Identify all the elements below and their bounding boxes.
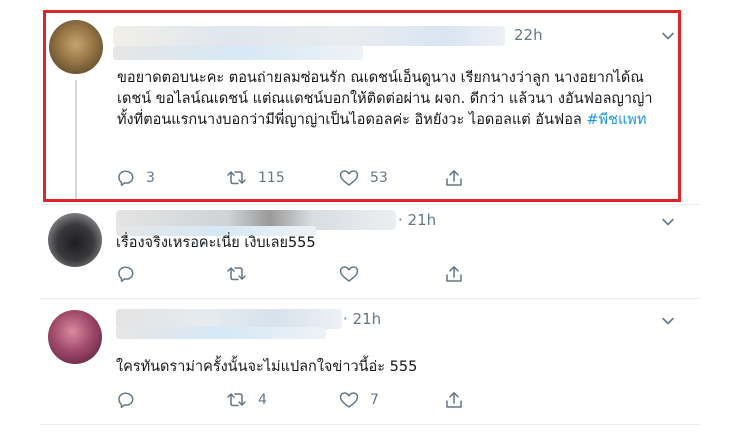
chevron-down-icon[interactable] — [658, 311, 678, 331]
highlight-frame — [43, 10, 681, 202]
display-name-redacted[interactable] — [116, 309, 342, 329]
heart-icon — [339, 266, 359, 282]
like-button[interactable]: 7 — [338, 390, 444, 410]
tweet-time[interactable]: · 21h — [343, 310, 381, 328]
reply-icon — [118, 266, 134, 283]
divider — [40, 204, 700, 205]
heart-icon — [339, 392, 359, 408]
reply-icon — [118, 392, 134, 409]
retweet-count: 4 — [258, 392, 267, 408]
avatar[interactable] — [48, 213, 102, 267]
avatar[interactable] — [48, 310, 102, 364]
divider — [40, 424, 700, 425]
like-count: 7 — [370, 392, 379, 408]
tweet-text: เรื่องจริงเหรอคะเนี่ย เงิบเลย555 — [116, 235, 316, 251]
share-button[interactable] — [444, 264, 464, 284]
divider — [40, 298, 700, 299]
share-icon — [446, 266, 462, 282]
reply-button[interactable] — [116, 390, 226, 410]
retweet-icon — [227, 267, 246, 281]
tweet-actions — [116, 264, 464, 284]
chevron-down-icon[interactable] — [658, 212, 678, 232]
retweet-button[interactable] — [226, 264, 338, 284]
retweet-icon — [227, 393, 246, 407]
reply-button[interactable] — [116, 264, 226, 284]
tweet-text: ใครทันดราม่าครั้งนั้นจะไม่แปลกใจข่าวนี้อ… — [116, 359, 418, 375]
username-redacted[interactable] — [116, 327, 326, 339]
tweet-time[interactable]: · 21h — [398, 211, 436, 229]
like-button[interactable] — [338, 264, 444, 284]
retweet-button[interactable]: 4 — [226, 390, 338, 410]
tweet-actions: 4 7 — [116, 390, 464, 410]
share-icon — [446, 392, 462, 408]
share-button[interactable] — [444, 390, 464, 410]
